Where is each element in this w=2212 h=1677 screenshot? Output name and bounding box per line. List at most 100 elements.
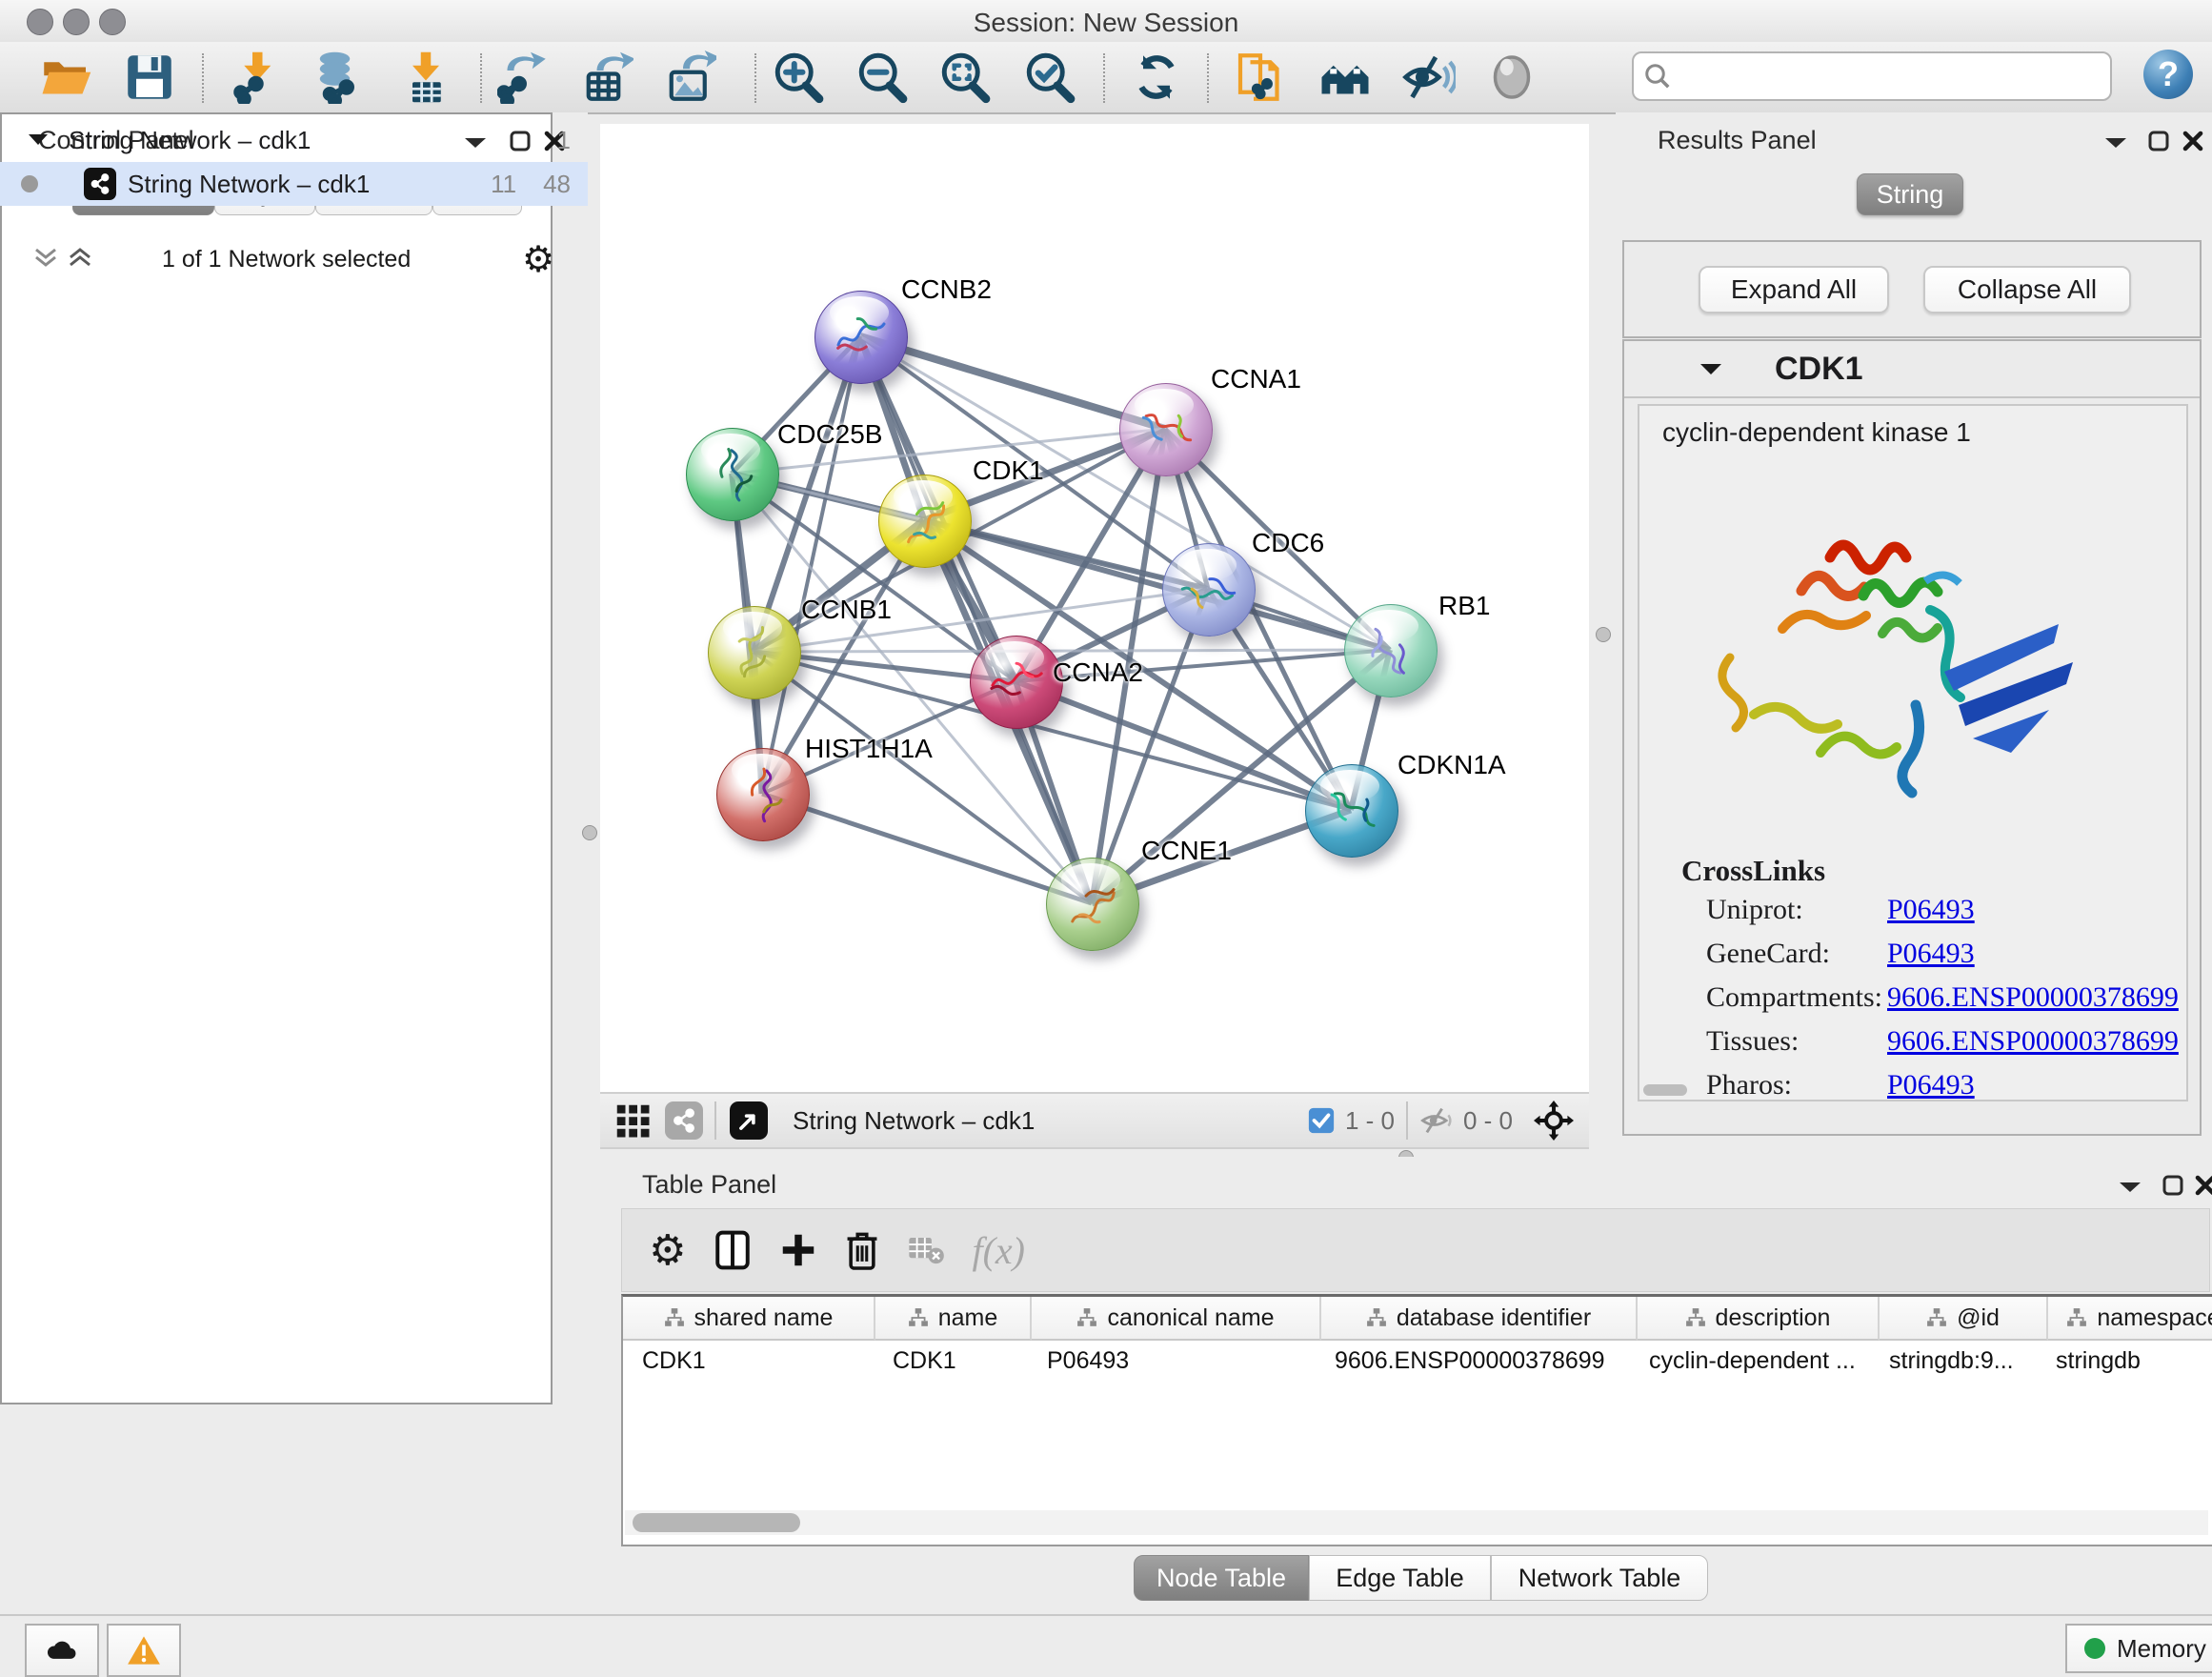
table-cell[interactable]: 9606.ENSP00000378699 — [1316, 1341, 1630, 1381]
import-table-from-file-icon[interactable] — [398, 50, 453, 105]
netbar-separator — [714, 1101, 716, 1140]
column-header-3[interactable]: database identifier — [1321, 1297, 1638, 1341]
right-splitter-handle[interactable] — [1596, 627, 1611, 642]
export-table-icon[interactable] — [579, 50, 634, 105]
column-header-label: @id — [1957, 1304, 2000, 1332]
table-cell[interactable]: stringdb — [2037, 1341, 2212, 1381]
string-style-icon[interactable] — [665, 1101, 703, 1140]
collapse-all-tree-icon[interactable] — [32, 244, 59, 271]
table-panel-float-icon[interactable] — [2162, 1174, 2184, 1197]
table-panel-close-icon[interactable] — [2194, 1174, 2212, 1197]
crosslink-link[interactable]: 9606.ENSP00000378699 — [1887, 1025, 2179, 1058]
column-header-6[interactable]: namespace — [2048, 1297, 2212, 1341]
delete-column-trash-icon[interactable] — [844, 1228, 880, 1272]
table-cell[interactable]: CDK1 — [623, 1341, 874, 1381]
clipboard-network-icon[interactable] — [1233, 50, 1288, 105]
network-node-CDK1[interactable] — [878, 475, 972, 568]
zoom-selected-icon[interactable] — [1023, 50, 1078, 105]
birdseye-view-icon[interactable] — [730, 1101, 768, 1140]
show-grid-icon[interactable] — [613, 1101, 652, 1140]
column-header-4[interactable]: description — [1638, 1297, 1880, 1341]
network-node-CDKN1A[interactable] — [1305, 764, 1398, 858]
network-node-CCNA2[interactable] — [970, 636, 1063, 729]
gene-expander-icon[interactable] — [1699, 362, 1723, 377]
show-columns-icon[interactable] — [713, 1229, 753, 1271]
network-collection-row[interactable]: String Network – cdk1 1 — [0, 118, 588, 162]
column-header-2[interactable]: canonical name — [1032, 1297, 1321, 1341]
network-row[interactable]: String Network – cdk1 11 48 — [0, 162, 588, 206]
column-header-1[interactable]: name — [875, 1297, 1032, 1341]
node-structure-scribble — [893, 491, 957, 552]
network-edge[interactable] — [762, 794, 1092, 903]
collapse-all-button[interactable]: Collapse All — [1923, 266, 2131, 313]
add-column-icon[interactable] — [779, 1229, 817, 1271]
hidden-eye-slash-icon[interactable] — [1419, 1103, 1454, 1138]
refresh-icon[interactable] — [1129, 50, 1184, 105]
network-node-RB1[interactable] — [1344, 604, 1438, 697]
network-node-CCNE1[interactable] — [1046, 858, 1139, 951]
results-panel-close-icon[interactable] — [2182, 130, 2204, 152]
tab-edge-table[interactable]: Edge Table — [1309, 1555, 1491, 1601]
gene-header[interactable]: CDK1 — [1624, 341, 2200, 398]
crosslinks-title: CrossLinks — [1681, 854, 1825, 888]
table-cell[interactable]: cyclin-dependent ... — [1630, 1341, 1870, 1381]
network-options-gear-icon[interactable]: ⚙ — [522, 238, 554, 281]
table-settings-gear-icon[interactable]: ⚙ — [649, 1226, 686, 1275]
import-network-from-file-icon[interactable] — [231, 50, 287, 105]
network-node-HIST1H1A[interactable] — [716, 748, 810, 841]
crosslink-link[interactable]: 9606.ENSP00000378699 — [1887, 981, 2179, 1014]
warning-button[interactable] — [107, 1624, 181, 1677]
table-hscrollbar-thumb[interactable] — [633, 1513, 800, 1532]
network-view-toolbar: String Network – cdk1 1 - 0 0 - 0 — [600, 1092, 1589, 1149]
tab-node-table[interactable]: Node Table — [1134, 1555, 1309, 1601]
export-image-icon[interactable] — [662, 50, 717, 105]
table-row[interactable]: CDK1CDK1P064939606.ENSP00000378699cyclin… — [623, 1341, 2212, 1385]
network-node-CCNB1[interactable] — [708, 606, 801, 699]
fit-selected-crosshair-icon[interactable] — [1534, 1101, 1574, 1141]
crosslink-link[interactable]: P06493 — [1887, 938, 1975, 970]
selected-checkbox-icon[interactable] — [1307, 1106, 1336, 1135]
export-network-icon[interactable] — [496, 50, 552, 105]
network-node-CCNA1[interactable] — [1119, 383, 1213, 476]
open-session-icon[interactable] — [38, 50, 93, 105]
network-edge[interactable] — [754, 650, 1390, 652]
tree-expander-icon[interactable] — [27, 132, 50, 148]
highlight-icon[interactable] — [1484, 50, 1539, 105]
crosslink-link[interactable]: P06493 — [1887, 1069, 1975, 1101]
help-button[interactable]: ? — [2143, 50, 2193, 99]
network-node-CCNB2[interactable] — [814, 291, 908, 384]
table-cell[interactable]: P06493 — [1028, 1341, 1316, 1381]
window-title: Session: New Session — [0, 8, 2212, 38]
results-panel-menu-icon[interactable] — [2103, 135, 2128, 151]
tab-string[interactable]: String — [1857, 173, 1963, 215]
table-cell[interactable]: CDK1 — [874, 1341, 1028, 1381]
table-panel-menu-icon[interactable] — [2118, 1180, 2142, 1195]
memory-button[interactable]: Memory — [2065, 1624, 2212, 1673]
network-edge[interactable] — [762, 336, 860, 794]
table-cell[interactable]: stringdb:9... — [1870, 1341, 2037, 1381]
column-header-5[interactable]: @id — [1880, 1297, 2048, 1341]
network-node-CDC25B[interactable] — [686, 428, 779, 521]
network-node-CDC6[interactable] — [1162, 543, 1256, 636]
tab-network-table[interactable]: Network Table — [1491, 1555, 1708, 1601]
zoom-out-icon[interactable] — [855, 50, 911, 105]
expand-all-tree-icon[interactable] — [67, 244, 93, 271]
expand-all-button[interactable]: Expand All — [1699, 266, 1889, 313]
results-panel-float-icon[interactable] — [2147, 130, 2170, 152]
save-session-icon[interactable] — [122, 50, 177, 105]
left-splitter-handle[interactable] — [582, 825, 597, 840]
table-hscrollbar[interactable] — [625, 1510, 2208, 1535]
column-header-0[interactable]: shared name — [623, 1297, 875, 1341]
zoom-fit-content-icon[interactable] — [938, 50, 994, 105]
show-all-networks-icon[interactable] — [1317, 50, 1373, 105]
crosslink-link[interactable]: P06493 — [1887, 894, 1975, 926]
cloud-button[interactable] — [25, 1624, 99, 1677]
zoom-in-icon[interactable] — [772, 50, 827, 105]
network-canvas[interactable]: CCNB2CCNA1CDC25BCDK1CDC6RB1CCNB1CCNA2CDK… — [600, 124, 1589, 1092]
search-input[interactable] — [1679, 56, 2102, 94]
network-row-label: String Network – cdk1 — [128, 170, 370, 199]
gene-hscrollbar-thumb[interactable] — [1643, 1084, 1687, 1096]
hide-unhide-icon[interactable] — [1401, 50, 1457, 105]
import-network-from-database-icon[interactable] — [311, 50, 366, 105]
network-edge[interactable] — [1016, 681, 1351, 810]
